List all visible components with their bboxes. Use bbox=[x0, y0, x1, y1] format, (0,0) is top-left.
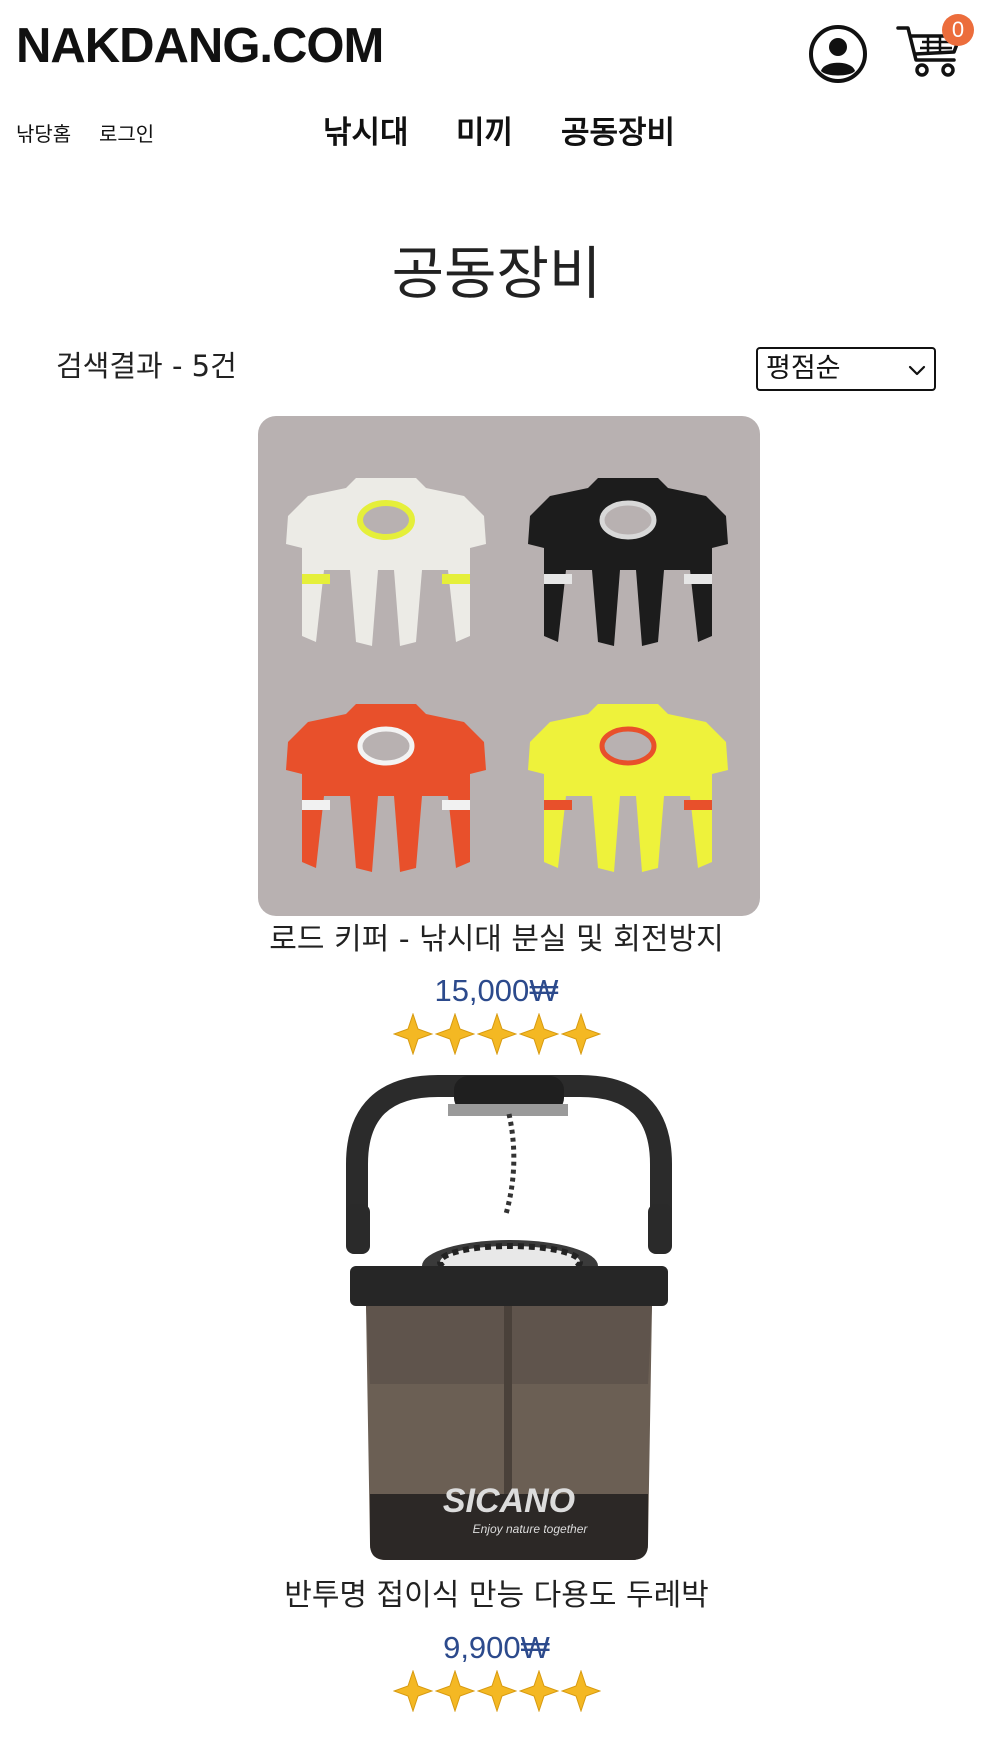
star-icon bbox=[434, 1013, 475, 1055]
product-price: 15,000₩ bbox=[434, 973, 559, 1008]
nav-tab-bait[interactable]: 미끼 bbox=[456, 118, 513, 149]
bucket-brand-text: SICANO bbox=[443, 1482, 575, 1520]
star-icon bbox=[560, 1670, 601, 1712]
star-icon bbox=[434, 1670, 475, 1712]
product-image-bucket[interactable]: SICANO Enjoy nature together bbox=[258, 1074, 760, 1568]
star-icon bbox=[476, 1670, 517, 1712]
nav-link-home[interactable]: 낚당홈 bbox=[16, 124, 71, 144]
star-icon bbox=[392, 1013, 433, 1055]
product-price: 9,900₩ bbox=[443, 1630, 550, 1665]
user-account-icon[interactable] bbox=[808, 24, 868, 84]
search-result-count: 검색결과 - 5건 bbox=[56, 349, 237, 383]
cart-count-badge: 0 bbox=[942, 14, 974, 46]
page-title: 공동장비 bbox=[391, 241, 602, 307]
nav-link-login[interactable]: 로그인 bbox=[99, 124, 154, 144]
star-icon bbox=[518, 1013, 559, 1055]
star-icon bbox=[560, 1013, 601, 1055]
chevron-down-icon bbox=[908, 365, 926, 376]
star-icon bbox=[392, 1670, 433, 1712]
product-image-rod-keeper[interactable] bbox=[258, 416, 760, 916]
bucket-tagline-text: Enjoy nature together bbox=[473, 1522, 589, 1536]
product-name[interactable]: 반투명 접이식 만능 다용도 두레박 bbox=[0, 1581, 993, 1611]
product-rating-stars bbox=[0, 1670, 993, 1714]
product-name[interactable]: 로드 키퍼 - 낚시대 분실 및 회전방지 bbox=[0, 925, 993, 955]
nav-tab-fishing-rods[interactable]: 낚시대 bbox=[323, 118, 409, 149]
star-icon bbox=[476, 1013, 517, 1055]
site-logo[interactable]: NAKDANG.COM bbox=[16, 22, 384, 71]
star-icon bbox=[518, 1670, 559, 1712]
product-rating-stars bbox=[0, 1013, 993, 1057]
sort-selected-value: 평점순 bbox=[766, 353, 841, 384]
sort-dropdown[interactable]: 평점순 bbox=[756, 347, 936, 391]
nav-tab-shared-equipment[interactable]: 공동장비 bbox=[561, 118, 675, 149]
